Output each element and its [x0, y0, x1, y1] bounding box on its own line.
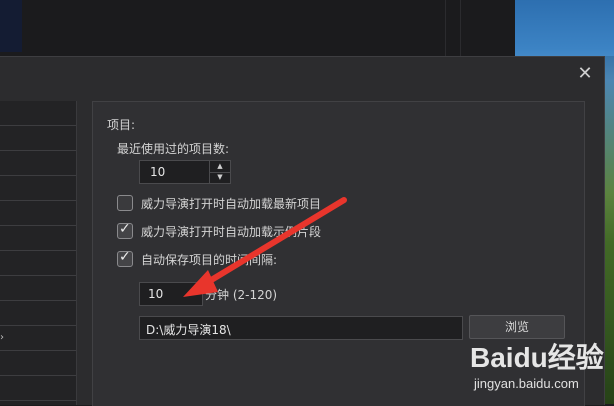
auto-load-latest-label: 威力导演打开时自动加载最新项目 — [141, 197, 322, 211]
category-item[interactable] — [0, 176, 76, 201]
background-divider — [460, 0, 461, 56]
background-divider — [445, 0, 446, 56]
category-item[interactable] — [0, 301, 76, 326]
category-item[interactable] — [0, 126, 76, 151]
category-item[interactable] — [0, 351, 76, 376]
watermark-url: jingyan.baidu.com — [474, 376, 579, 391]
background-thumbnail — [0, 0, 22, 52]
auto-load-sample-checkbox[interactable]: ✓ — [117, 221, 133, 239]
save-path-value[interactable]: D:\威力导演18\ — [146, 321, 231, 338]
category-item[interactable] — [0, 201, 76, 226]
stepper-down-icon[interactable]: ▼ — [210, 172, 230, 183]
autosave-interval-input[interactable]: 10 — [139, 282, 203, 306]
autosave-interval-value[interactable]: 10 — [148, 287, 163, 301]
save-path-field[interactable]: D:\威力导演18\ — [139, 316, 463, 340]
autosave-checkbox[interactable]: ✓ — [117, 249, 133, 267]
close-icon[interactable]: ✕ — [576, 65, 594, 83]
category-item[interactable] — [0, 101, 76, 126]
watermark-logo: Baidu经验 — [470, 342, 604, 373]
checkmark-icon: ✓ — [119, 221, 131, 237]
autosave-unit-label: 分钟 (2-120) — [205, 288, 278, 302]
stepper-buttons: ▲ ▼ — [209, 161, 230, 183]
category-item[interactable]: › — [0, 326, 76, 351]
category-item[interactable] — [0, 251, 76, 276]
category-list: › — [0, 101, 77, 405]
auto-load-sample-label: 威力导演打开时自动加载示例片段 — [141, 225, 322, 239]
category-item-mark: › — [0, 332, 4, 343]
category-item[interactable] — [0, 151, 76, 176]
category-item[interactable] — [0, 226, 76, 251]
category-item[interactable] — [0, 376, 76, 401]
baidu-watermark: Baidu经验 jingyan.baidu.com — [468, 332, 608, 402]
recent-projects-label: 最近使用过的项目数: — [117, 142, 230, 156]
autosave-label: 自动保存项目的时间间隔: — [141, 253, 278, 267]
auto-load-latest-checkbox[interactable] — [117, 195, 133, 211]
category-item[interactable] — [0, 276, 76, 301]
recent-projects-value[interactable]: 10 — [150, 165, 165, 179]
recent-projects-stepper[interactable]: 10 ▲ ▼ — [139, 160, 231, 184]
section-title: 项目: — [107, 118, 136, 132]
checkmark-icon: ✓ — [119, 249, 131, 265]
